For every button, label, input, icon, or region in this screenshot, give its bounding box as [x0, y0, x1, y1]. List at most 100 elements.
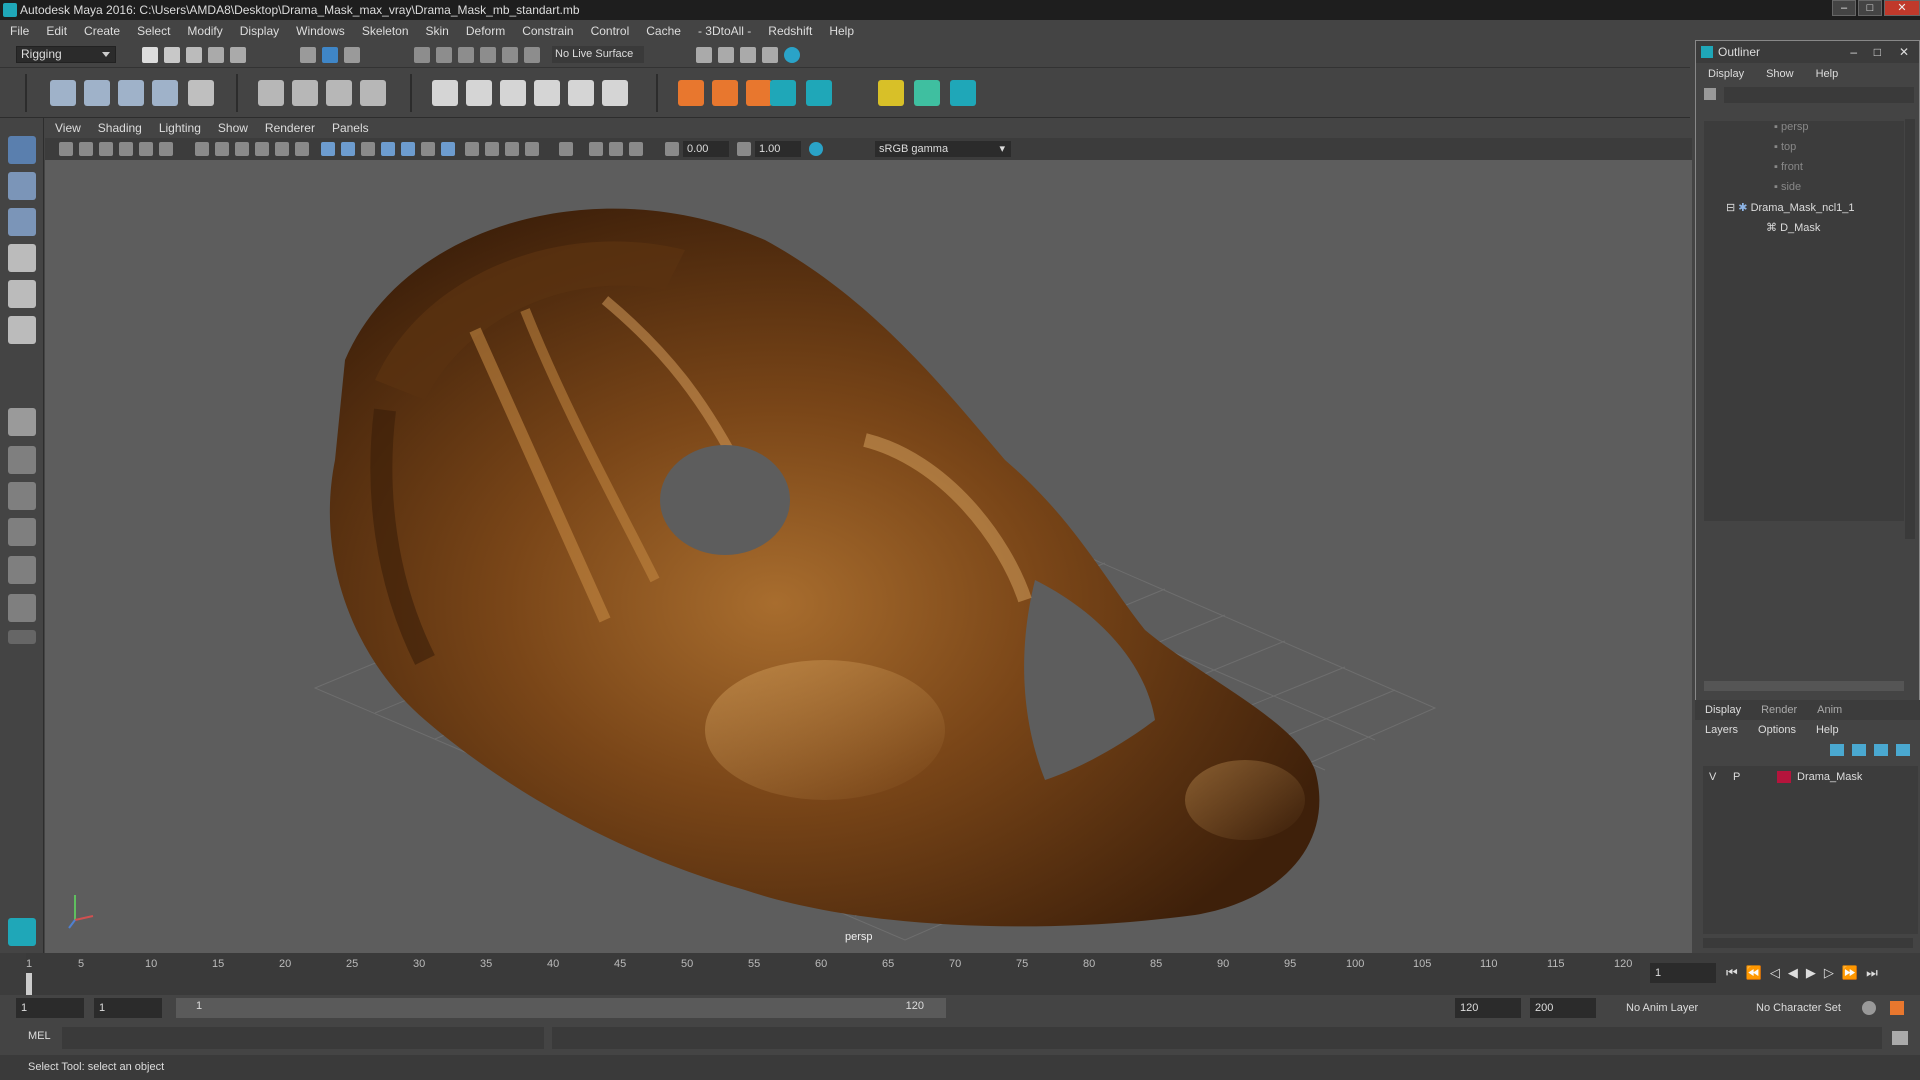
single-perspective-layout-icon[interactable]	[8, 408, 36, 436]
outliner-item-front[interactable]: ▪ front	[1774, 161, 1803, 173]
hypershade-layout-icon[interactable]	[8, 556, 36, 584]
camera-select-icon[interactable]	[59, 142, 73, 156]
maximize-button[interactable]: □	[1858, 0, 1882, 16]
new-layer-icon[interactable]	[1874, 744, 1888, 756]
minimize-button[interactable]: –	[1832, 0, 1856, 16]
joint-orient-icon[interactable]	[712, 80, 738, 106]
step-back-frame-icon[interactable]: ◁	[1770, 965, 1780, 981]
playback-end-field[interactable]: 120	[1455, 998, 1521, 1018]
grid-icon[interactable]	[195, 142, 209, 156]
menu-help[interactable]: Help	[829, 24, 854, 38]
outliner-item-side[interactable]: ▪ side	[1774, 181, 1801, 193]
go-to-start-icon[interactable]: ⏮	[1726, 965, 1738, 981]
pole-vector-icon[interactable]	[602, 80, 628, 106]
scale-constraint-icon[interactable]	[534, 80, 560, 106]
layer-menu-options[interactable]: Options	[1758, 724, 1796, 736]
script-editor-icon[interactable]	[1892, 1031, 1908, 1045]
two-d-pan-icon[interactable]	[139, 142, 153, 156]
render-frame-icon[interactable]	[718, 47, 734, 63]
select-object-icon[interactable]	[322, 47, 338, 63]
backface-culling-icon[interactable]	[629, 142, 643, 156]
persp-graph-layout-icon[interactable]	[8, 518, 36, 546]
outliner-vertical-scrollbar[interactable]	[1905, 119, 1915, 539]
move-layer-down-icon[interactable]	[1852, 744, 1866, 756]
new-scene-icon[interactable]	[142, 47, 158, 63]
scale-tool-icon[interactable]	[8, 316, 36, 344]
select-hierarchy-icon[interactable]	[300, 47, 316, 63]
collapse-icon[interactable]: ⊟	[1726, 202, 1738, 214]
textured-icon[interactable]	[401, 142, 415, 156]
outliner-menu-help[interactable]: Help	[1816, 68, 1839, 80]
outliner-horizontal-scrollbar[interactable]	[1704, 681, 1904, 691]
paint-select-tool-icon[interactable]	[8, 208, 36, 236]
cluster-icon[interactable]	[360, 80, 386, 106]
snap-vertex-icon[interactable]	[524, 47, 540, 63]
isolate-select-icon[interactable]	[559, 142, 573, 156]
xray-joints-icon[interactable]	[609, 142, 623, 156]
gate-mask-icon[interactable]	[255, 142, 269, 156]
play-backward-icon[interactable]: ◀	[1788, 965, 1798, 981]
outliner-item-drama-mask-group[interactable]: ⊟ ✱ Drama_Mask_ncl1_1	[1726, 201, 1855, 214]
outliner-minimize-button[interactable]: –	[1850, 41, 1857, 63]
paint-weights-icon[interactable]	[292, 80, 318, 106]
menu-windows[interactable]: Windows	[296, 24, 345, 38]
lasso-tool-icon[interactable]	[8, 172, 36, 200]
menu-display[interactable]: Display	[240, 24, 279, 38]
menu-control[interactable]: Control	[591, 24, 630, 38]
snap-grid-icon[interactable]	[414, 47, 430, 63]
outliner-menu-show[interactable]: Show	[1766, 68, 1794, 80]
redo-icon[interactable]	[230, 47, 246, 63]
menu-select[interactable]: Select	[137, 24, 170, 38]
hik-icon[interactable]	[746, 80, 772, 106]
command-language-label[interactable]: MEL	[28, 1030, 51, 1042]
outliner-menu-display[interactable]: Display	[1708, 68, 1744, 80]
set-driven-key-icon[interactable]	[878, 80, 904, 106]
refresh-icon[interactable]	[1704, 88, 1716, 100]
aim-constraint-icon[interactable]	[466, 80, 492, 106]
anti-aliasing-icon[interactable]	[505, 142, 519, 156]
layer-scrollbar[interactable]	[1703, 938, 1913, 948]
snap-curve-icon[interactable]	[436, 47, 452, 63]
color-management-icon[interactable]	[809, 142, 823, 156]
panel-menu-panels[interactable]: Panels	[332, 121, 369, 135]
screen-space-ao-icon[interactable]	[465, 142, 479, 156]
range-slider[interactable]: 1 120	[176, 998, 946, 1018]
panel-menu-show[interactable]: Show	[218, 121, 248, 135]
open-scene-icon[interactable]	[164, 47, 180, 63]
panel-menu-shading[interactable]: Shading	[98, 121, 142, 135]
shadows-icon[interactable]	[441, 142, 455, 156]
layer-color-swatch[interactable]	[1777, 771, 1791, 783]
save-scene-icon[interactable]	[186, 47, 202, 63]
camera-attributes-icon[interactable]	[79, 142, 93, 156]
menu-set-dropdown[interactable]: Rigging	[16, 46, 116, 63]
close-button[interactable]: ✕	[1884, 0, 1920, 16]
command-input[interactable]	[62, 1027, 544, 1049]
wireframe-icon[interactable]	[321, 142, 335, 156]
default-material-icon[interactable]	[361, 142, 375, 156]
play-forward-icon[interactable]: ▶	[1806, 965, 1816, 981]
start-time-field[interactable]: 1	[16, 998, 84, 1018]
menu-create[interactable]: Create	[84, 24, 120, 38]
gamma-field[interactable]: 1.00	[755, 141, 801, 157]
outliner-item-d-mask[interactable]: ⌘ D_Mask	[1766, 221, 1820, 234]
custom-layout-icon[interactable]	[8, 594, 36, 622]
menu-redshift[interactable]: Redshift	[768, 24, 812, 38]
ik-spline-icon[interactable]	[118, 80, 144, 106]
ik-handle-icon[interactable]	[84, 80, 110, 106]
ipr-render-icon[interactable]	[740, 47, 756, 63]
grease-pencil-icon[interactable]	[159, 142, 173, 156]
move-tool-icon[interactable]	[8, 244, 36, 272]
step-forward-key-icon[interactable]: ⏩	[1842, 965, 1858, 981]
color-space-dropdown[interactable]: sRGB gamma ▾	[875, 141, 1011, 157]
point-constraint-icon[interactable]	[432, 80, 458, 106]
outliner-item-persp[interactable]: ▪ persp	[1774, 121, 1809, 133]
new-layer-selected-icon[interactable]	[1896, 744, 1910, 756]
bind-skin-icon[interactable]	[258, 80, 284, 106]
orient-constraint-icon[interactable]	[500, 80, 526, 106]
outliner-filter-input[interactable]	[1724, 87, 1914, 103]
current-frame-field[interactable]: 1	[1650, 963, 1716, 983]
wireframe-on-shaded-icon[interactable]	[381, 142, 395, 156]
layer-playback-toggle[interactable]: P	[1733, 766, 1740, 788]
motion-blur-icon[interactable]	[485, 142, 499, 156]
panel-menu-lighting[interactable]: Lighting	[159, 121, 201, 135]
